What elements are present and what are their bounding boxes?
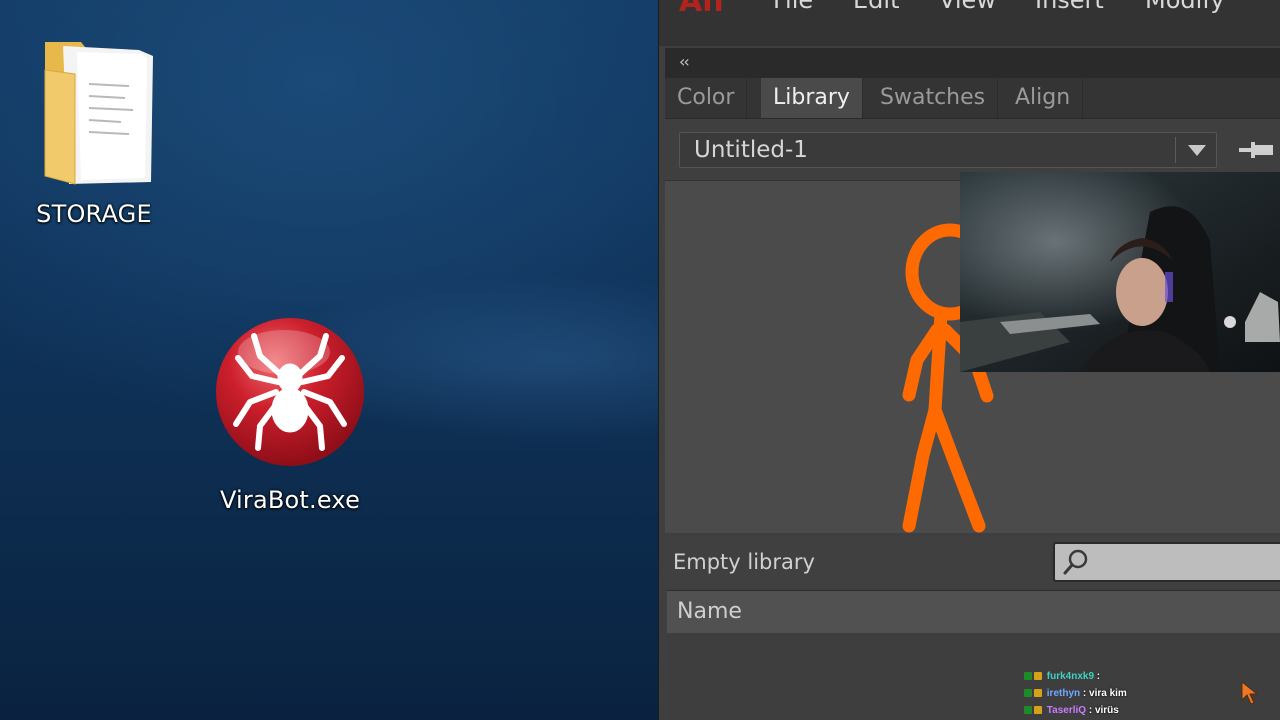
chat-separator: : [1080, 688, 1090, 699]
stream-chat-overlay: furk4nxk9 : ㅤ irethyn : vira kim Taserli… [1024, 668, 1224, 719]
dropdown-divider [1175, 137, 1176, 163]
panel-tabs: Color Library Swatches Align [665, 78, 1280, 119]
chat-text: virüs [1094, 705, 1119, 716]
subscriber-badge-icon [1034, 672, 1042, 681]
document-dropdown-value: Untitled-1 [694, 137, 808, 163]
storage-folder-shortcut[interactable]: STORAGE [24, 34, 164, 228]
library-column-header: Name [667, 590, 1280, 634]
menu-bar: An File Edit View Insert Modify [659, 0, 1280, 46]
moderator-badge-icon [1024, 672, 1032, 681]
menu-insert[interactable]: Insert [1035, 0, 1104, 14]
desktop-wallpaper: STORAGE ViraBot.exe [0, 0, 658, 720]
menu-edit[interactable]: Edit [853, 0, 899, 14]
tab-library[interactable]: Library [761, 78, 863, 118]
collapse-panel-button[interactable]: ‹‹ [679, 52, 690, 71]
pin-icon[interactable] [1237, 138, 1277, 162]
menu-modify[interactable]: Modify [1145, 0, 1225, 14]
webcam-overlay [960, 172, 1280, 372]
chat-separator: : [1086, 705, 1095, 716]
virabot-exe-shortcut[interactable]: ViraBot.exe [200, 316, 380, 514]
menu-file[interactable]: File [773, 0, 813, 14]
moderator-badge-icon [1024, 689, 1032, 698]
search-icon [1063, 549, 1088, 575]
chat-text: ㅤ [1102, 671, 1113, 682]
library-search-input[interactable] [1053, 542, 1280, 582]
panel-header: ‹‹ [665, 48, 1280, 78]
folder-icon [44, 42, 153, 185]
chat-username: irethyn [1046, 688, 1081, 699]
spider-icon [216, 318, 364, 466]
virabot-label: ViraBot.exe [219, 486, 361, 514]
chat-username: furk4nxk9 [1046, 671, 1095, 682]
library-status-row: Empty library [665, 536, 1280, 588]
document-dropdown[interactable]: Untitled-1 [679, 132, 1217, 168]
moderator-badge-icon [1024, 706, 1032, 715]
menu-view[interactable]: View [939, 0, 996, 14]
tab-swatches[interactable]: Swatches [868, 78, 999, 118]
chat-message: TaserliQ : virüs [1024, 702, 1224, 719]
storage-label: STORAGE [36, 200, 152, 228]
chat-message: irethyn : vira kim [1024, 685, 1224, 702]
chat-separator: : [1094, 671, 1103, 682]
subscriber-badge-icon [1034, 706, 1042, 715]
tab-align[interactable]: Align [1003, 78, 1084, 118]
column-name-header[interactable]: Name [677, 599, 742, 624]
chat-message: furk4nxk9 : ㅤ [1024, 668, 1224, 685]
library-status: Empty library [673, 550, 815, 574]
chat-text: vira kim [1089, 688, 1127, 699]
tab-color[interactable]: Color [665, 78, 748, 118]
chat-username: TaserliQ [1046, 705, 1087, 716]
chevron-down-icon[interactable] [1188, 145, 1206, 156]
mouse-cursor-icon [1241, 680, 1259, 705]
app-logo: An [679, 0, 724, 19]
subscriber-badge-icon [1034, 689, 1042, 698]
